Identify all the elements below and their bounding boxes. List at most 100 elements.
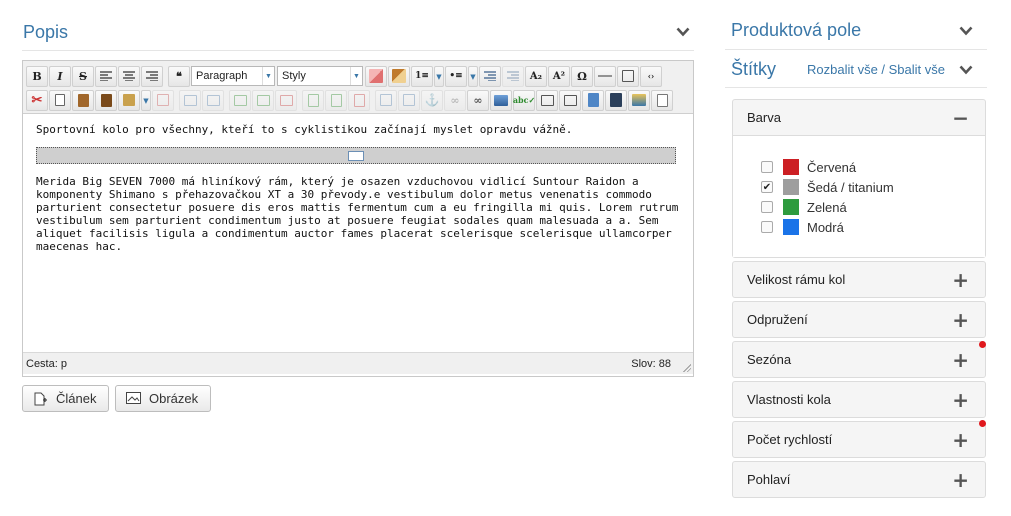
eraser-button[interactable]: [365, 65, 387, 87]
subscript-button[interactable]: A₂: [525, 65, 547, 87]
numbered-list-dropdown[interactable]: ▼: [434, 65, 444, 87]
align-center-button[interactable]: [118, 65, 140, 87]
editor-content[interactable]: Sportovní kolo pro všechny, kteří to s c…: [23, 114, 693, 352]
insert-col-after-button[interactable]: [325, 89, 347, 111]
insert-table-button[interactable]: [536, 89, 558, 111]
panel-header[interactable]: Odpružení +: [733, 302, 985, 337]
toolbar-row-1: B I S ❝ Paragraph ▼ Styly ▼ 1≡ ▼ •≡ ▼ A₂…: [26, 64, 693, 88]
anchor-button[interactable]: ⚓: [421, 89, 443, 111]
panel-header[interactable]: Sezóna +: [733, 342, 985, 377]
indent-button[interactable]: [502, 65, 524, 87]
color-checkbox[interactable]: [761, 201, 773, 213]
bike-properties-panel[interactable]: Vlastnosti kola +: [732, 381, 986, 418]
bullet-list-dropdown[interactable]: ▼: [468, 65, 478, 87]
color-panel-header[interactable]: Barva −: [733, 100, 985, 135]
format-brush-button[interactable]: [388, 65, 410, 87]
expand-collapse-all-link[interactable]: Rozbalit vše / Sbalit vše: [807, 62, 945, 77]
insert-article-label: Článek: [56, 391, 97, 406]
pagebreak-marker: [36, 147, 676, 164]
row-before-icon: [233, 94, 247, 106]
merge-cells-icon: [403, 94, 415, 106]
color-option: ✔ Šedá / titanium: [761, 177, 985, 197]
season-panel[interactable]: Sezóna +: [732, 341, 986, 378]
outdent-button[interactable]: [479, 65, 501, 87]
insert-file-button[interactable]: [582, 89, 604, 111]
spellcheck-button[interactable]: abc✓: [513, 89, 535, 111]
chevron-down-icon[interactable]: [957, 22, 975, 40]
edit-style-icon: [123, 94, 135, 106]
align-right-button[interactable]: [141, 65, 163, 87]
cut-button[interactable]: ✂: [26, 89, 48, 111]
plus-icon[interactable]: +: [952, 430, 969, 450]
paste-button[interactable]: [72, 89, 94, 111]
special-char-button[interactable]: Ω: [571, 65, 593, 87]
format-select[interactable]: Paragraph ▼: [191, 66, 275, 86]
unlink-button[interactable]: ∞: [444, 89, 466, 111]
panel-title: Pohlaví: [747, 472, 791, 487]
plus-icon[interactable]: +: [952, 470, 969, 490]
plus-icon[interactable]: +: [952, 310, 969, 330]
horizontal-rule-button[interactable]: [594, 65, 616, 87]
edit-style-button[interactable]: [118, 89, 140, 111]
panel-header[interactable]: Velikost rámu kol +: [733, 262, 985, 297]
insert-row-after-button[interactable]: [252, 89, 274, 111]
insert-gallery-button[interactable]: [628, 89, 650, 111]
color-panel-body: Červená ✔ Šedá / titanium Zelená Modrá: [733, 135, 985, 257]
table-row-props-button[interactable]: [179, 89, 201, 111]
chevron-down-icon[interactable]: [674, 23, 692, 41]
table-cell-props-button[interactable]: [202, 89, 224, 111]
bold-button[interactable]: B: [26, 65, 48, 87]
delete-col-button[interactable]: [348, 89, 370, 111]
panel-header[interactable]: Počet rychlostí +: [733, 422, 985, 457]
minus-icon[interactable]: −: [952, 108, 969, 128]
plus-icon[interactable]: +: [952, 270, 969, 290]
insert-row-before-button[interactable]: [229, 89, 251, 111]
panel-header[interactable]: Pohlaví +: [733, 462, 985, 497]
italic-button[interactable]: I: [49, 65, 71, 87]
horizontal-rule-icon: [598, 75, 612, 77]
style-select[interactable]: Styly ▼: [277, 66, 363, 86]
blockquote-button[interactable]: ❝: [168, 65, 190, 87]
color-option-label: Šedá / titanium: [807, 179, 894, 195]
plus-icon[interactable]: +: [952, 390, 969, 410]
bullet-list-button[interactable]: •≡: [445, 65, 467, 87]
copy-button[interactable]: [49, 89, 71, 111]
color-checkbox[interactable]: ✔: [761, 181, 773, 193]
gear-count-panel[interactable]: Počet rychlostí +: [732, 421, 986, 458]
align-right-icon: [146, 71, 158, 81]
resize-handle-icon[interactable]: [682, 363, 691, 372]
panel-header[interactable]: Vlastnosti kola +: [733, 382, 985, 417]
superscript-button[interactable]: A²: [548, 65, 570, 87]
gallery-icon: [632, 94, 646, 106]
suspension-panel[interactable]: Odpružení +: [732, 301, 986, 338]
source-code-button[interactable]: ‹›: [640, 65, 662, 87]
color-checkbox[interactable]: [761, 161, 773, 173]
delete-row-button[interactable]: [275, 89, 297, 111]
preview-button[interactable]: [651, 89, 673, 111]
delete-table-button[interactable]: [152, 89, 174, 111]
strikethrough-button[interactable]: S: [72, 65, 94, 87]
table-props-button[interactable]: [559, 89, 581, 111]
insert-article-button[interactable]: Článek: [22, 385, 109, 412]
align-left-button[interactable]: [95, 65, 117, 87]
pagebreak-button[interactable]: [617, 65, 639, 87]
chevron-down-icon[interactable]: [957, 61, 975, 79]
numbered-list-button[interactable]: 1≡: [411, 65, 433, 87]
paste-text-button[interactable]: [95, 89, 117, 111]
insert-image-button-bottom[interactable]: Obrázek: [115, 385, 211, 412]
product-fields-header[interactable]: Produktová pole: [725, 12, 987, 50]
plus-icon[interactable]: +: [952, 350, 969, 370]
gender-panel[interactable]: Pohlaví +: [732, 461, 986, 498]
insert-image-button[interactable]: [490, 89, 512, 111]
table-row-icon: [183, 94, 197, 106]
edit-style-dropdown[interactable]: ▼: [141, 89, 151, 111]
link-button[interactable]: ∞: [467, 89, 489, 111]
insert-col-before-button[interactable]: [302, 89, 324, 111]
color-checkbox[interactable]: [761, 221, 773, 233]
panel-title: Sezóna: [747, 352, 792, 367]
insert-media-button[interactable]: [605, 89, 627, 111]
col-before-icon: [307, 93, 319, 107]
frame-size-panel[interactable]: Velikost rámu kol +: [732, 261, 986, 298]
merge-cells-button[interactable]: [398, 89, 420, 111]
split-cells-button[interactable]: [375, 89, 397, 111]
